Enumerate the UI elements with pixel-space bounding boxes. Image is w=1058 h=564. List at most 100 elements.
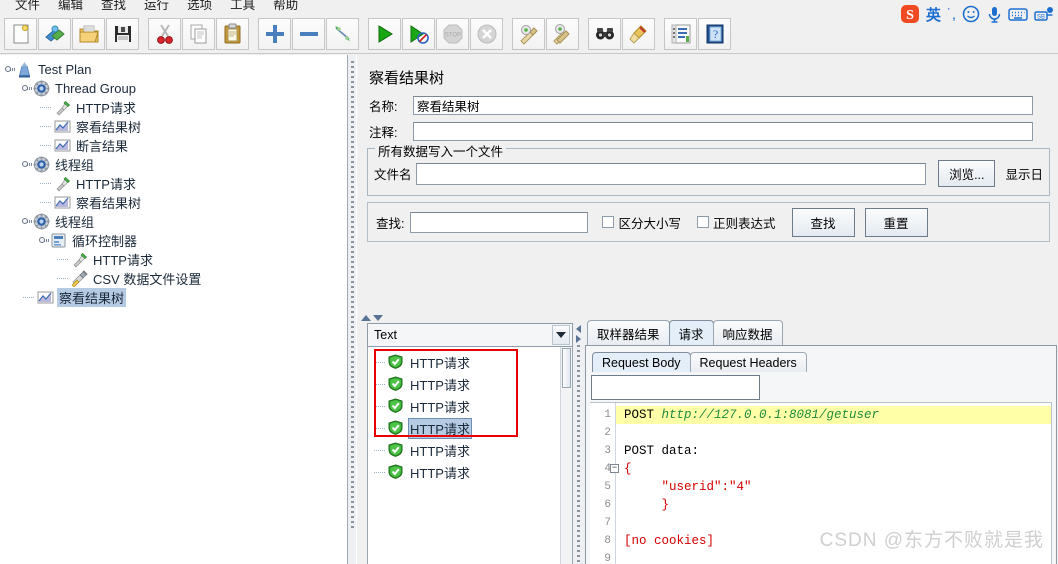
tree-node-3[interactable]: 察看结果树 <box>4 117 347 136</box>
result-node-5[interactable]: HTTP请求 <box>374 461 572 483</box>
menu-item-5[interactable]: 工具 <box>221 0 264 14</box>
request-subtab-1[interactable]: Request Headers <box>689 352 807 372</box>
tree-expand-handle-icon[interactable] <box>22 217 32 226</box>
collapse-all-button[interactable] <box>292 17 325 50</box>
request-body-code[interactable]: POST http://127.0.0.1:8081/getuser POST … <box>616 403 1051 564</box>
toolbox-icon[interactable]: SB <box>1034 5 1054 23</box>
code-line: POST data: <box>624 442 1051 460</box>
results-split-collapse-controls[interactable] <box>361 313 387 322</box>
clear-all-button[interactable] <box>546 17 579 50</box>
scrollbar-thumb[interactable] <box>562 348 571 388</box>
menu-item-2[interactable]: 查找 <box>92 0 135 14</box>
tree-node-2[interactable]: HTTP请求 <box>4 98 347 117</box>
tree-node-10[interactable]: HTTP请求 <box>4 250 347 269</box>
code-filter-input[interactable] <box>591 375 760 400</box>
save-button[interactable] <box>106 17 139 50</box>
tree-node-9[interactable]: 循环控制器 <box>4 231 347 250</box>
divider-arrows[interactable] <box>574 325 583 345</box>
case-sensitive-checkbox[interactable]: 区分大小写 <box>602 213 681 232</box>
result-node-2[interactable]: HTTP请求 <box>374 395 572 417</box>
paste-button[interactable] <box>216 17 249 50</box>
collapse-up-icon[interactable] <box>361 314 371 321</box>
result-elbow-icon <box>374 419 388 438</box>
filename-input[interactable] <box>415 162 927 185</box>
tree-node-4[interactable]: 断言结果 <box>4 136 347 155</box>
menu-item-3[interactable]: 运行 <box>135 0 178 14</box>
reset-button[interactable]: 重置 <box>864 207 928 237</box>
collapse-right-icon[interactable] <box>576 335 581 343</box>
reset-search-button[interactable] <box>622 17 655 50</box>
tree-expand-handle-icon[interactable] <box>22 84 32 93</box>
new-button[interactable] <box>4 17 37 50</box>
search-input[interactable] <box>410 211 589 233</box>
result-tab-2[interactable]: 响应数据 <box>712 320 783 345</box>
templates-button[interactable] <box>38 17 71 50</box>
menu-item-6[interactable]: 帮助 <box>264 0 307 14</box>
tree-node-7[interactable]: 察看结果树 <box>4 193 347 212</box>
open-folder-button[interactable] <box>72 17 105 50</box>
log-viewer-button[interactable] <box>664 17 697 50</box>
start-no-pauses-button[interactable] <box>402 17 435 50</box>
tree-node-6[interactable]: HTTP请求 <box>4 174 347 193</box>
tree-node-1[interactable]: Thread Group <box>4 79 347 98</box>
request-subtab-0[interactable]: Request Body <box>592 352 691 372</box>
tree-node-11[interactable]: CSV 数据文件设置 <box>4 269 347 288</box>
results-split-divider[interactable] <box>573 323 585 564</box>
soft-keyboard-icon[interactable] <box>1008 6 1028 22</box>
renderer-select[interactable]: Text <box>367 323 573 347</box>
code-line: [no cookies] <box>624 532 1051 550</box>
result-node-4[interactable]: HTTP请求 <box>374 439 572 461</box>
result-tabs[interactable]: 取样器结果 请求 响应数据 <box>585 320 1057 345</box>
help-button[interactable]: ? <box>698 17 731 50</box>
clear-button[interactable] <box>512 17 545 50</box>
start-button[interactable] <box>368 17 401 50</box>
punctuation-icon[interactable]: ˙, <box>947 6 956 23</box>
find-button[interactable]: 查找 <box>791 207 855 237</box>
copy-button[interactable] <box>182 17 215 50</box>
tree-node-label: 线程组 <box>55 215 95 230</box>
expand-all-button[interactable] <box>258 17 291 50</box>
results-tree[interactable]: HTTP请求 HTTP请求 HTTP请求 HTTP请求 HTTP请求 HTTP请求 <box>367 347 573 564</box>
result-node-1[interactable]: HTTP请求 <box>374 373 572 395</box>
thread-group-icon <box>33 156 50 173</box>
request-body-viewer[interactable]: 1 2 3 4− 5 6 7 8 9 POST http://127.0.0.1:8081/ge… <box>590 402 1052 564</box>
cut-button[interactable] <box>148 17 181 50</box>
result-tab-0[interactable]: 取样器结果 <box>587 320 670 345</box>
comment-input[interactable] <box>413 122 1033 141</box>
view-results-icon <box>54 194 71 211</box>
collapse-down-icon[interactable] <box>373 314 383 321</box>
ime-toolbar[interactable]: S 英 ˙, SB <box>891 0 1058 28</box>
tree-expand-handle-icon[interactable] <box>5 65 15 74</box>
result-tab-1[interactable]: 请求 <box>668 320 714 345</box>
menu-item-1[interactable]: 编辑 <box>49 0 92 14</box>
browse-button[interactable]: 浏览... <box>938 160 996 187</box>
test-plan-tree-panel[interactable]: Test Plan Thread Group HTTP请求 察看结果树 断言结果 线程组 H… <box>0 55 348 564</box>
emoji-icon[interactable] <box>962 5 980 23</box>
result-node-0[interactable]: HTTP请求 <box>374 351 572 373</box>
english-mode-icon[interactable]: 英 <box>926 4 941 25</box>
name-input[interactable] <box>413 96 1033 115</box>
tree-node-0[interactable]: Test Plan <box>4 60 347 79</box>
result-node-3[interactable]: HTTP请求 <box>374 417 572 439</box>
chevron-down-icon[interactable] <box>552 325 570 345</box>
menu-item-4[interactable]: 选项 <box>178 0 221 14</box>
tree-node-label: 线程组 <box>55 158 95 173</box>
tree-elbow-icon <box>23 288 37 307</box>
tree-node-8[interactable]: 线程组 <box>4 212 347 231</box>
tree-expand-handle-icon[interactable] <box>39 236 49 245</box>
voice-input-icon[interactable] <box>986 5 1002 23</box>
collapse-left-icon[interactable] <box>576 325 581 333</box>
toggle-button[interactable] <box>326 17 359 50</box>
results-tree-scrollbar[interactable] <box>560 347 572 564</box>
regex-checkbox[interactable]: 正则表达式 <box>697 213 776 232</box>
main-split-divider[interactable] <box>349 55 356 564</box>
menu-item-0[interactable]: 文件 <box>6 0 49 14</box>
search-button[interactable] <box>588 17 621 50</box>
tree-node-5[interactable]: 线程组 <box>4 155 347 174</box>
tree-node-12[interactable]: 察看结果树 <box>4 288 347 307</box>
tree-node-label: 察看结果树 <box>76 196 142 211</box>
tree-expand-handle-icon[interactable] <box>22 160 32 169</box>
sogou-logo-icon[interactable]: S <box>900 4 920 24</box>
request-subtabs[interactable]: Request Body Request Headers <box>590 350 1052 372</box>
test-plan-tree[interactable]: Test Plan Thread Group HTTP请求 察看结果树 断言结果 线程组 H… <box>0 55 347 307</box>
